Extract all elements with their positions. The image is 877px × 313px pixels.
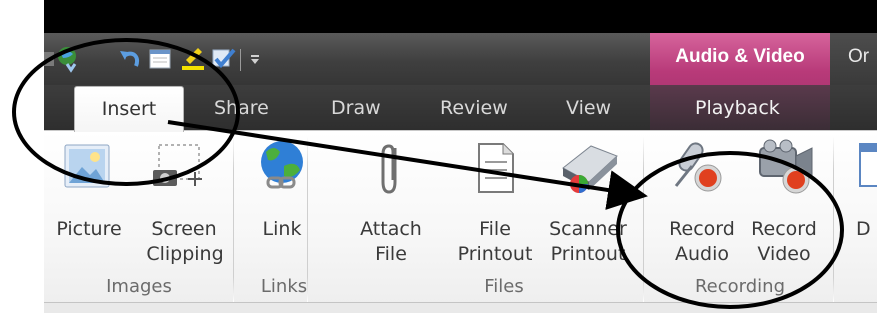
- customize-dropdown-icon[interactable]: [244, 44, 272, 74]
- attach-file-label-line2[interactable]: File: [355, 242, 427, 266]
- tab-view[interactable]: View: [566, 97, 611, 119]
- window-title-bar: [44, 0, 877, 33]
- dock-icon[interactable]: [146, 44, 174, 74]
- picture-label[interactable]: Picture: [54, 217, 124, 241]
- cutoff-command-label[interactable]: D: [856, 217, 877, 241]
- record-audio-label-line2[interactable]: Audio: [664, 242, 740, 266]
- attach-file-label-line1[interactable]: Attach: [355, 217, 427, 241]
- tab-insert[interactable]: Insert: [74, 86, 184, 132]
- record-video-label-line2[interactable]: Video: [744, 242, 824, 266]
- tab-share[interactable]: Share: [214, 97, 269, 119]
- context-group-label: Audio & Video: [675, 46, 805, 67]
- record-audio-label-line1[interactable]: Record: [664, 217, 740, 241]
- record-video-label-line1[interactable]: Record: [744, 217, 824, 241]
- qat-divider: [240, 42, 241, 78]
- onenote-sync-icon[interactable]: [55, 44, 83, 74]
- group-label-images: Images: [106, 276, 172, 297]
- group-separator: [833, 136, 834, 302]
- group-separator: [233, 136, 234, 302]
- highlighter-icon[interactable]: [178, 44, 206, 74]
- group-label-recording: Recording: [694, 276, 786, 297]
- screen-clipping-label-line2[interactable]: Clipping: [139, 242, 231, 266]
- file-printout-icon[interactable]: [475, 140, 517, 196]
- tab-draw[interactable]: Draw: [331, 97, 381, 119]
- scanner-icon[interactable]: [557, 138, 623, 198]
- group-label-links: Links: [260, 276, 308, 297]
- checkmark-tag-icon[interactable]: [210, 44, 238, 74]
- globe-link-icon[interactable]: [256, 138, 308, 194]
- record-audio-icon[interactable]: [670, 138, 726, 196]
- file-printout-label-line2[interactable]: Printout: [452, 242, 538, 266]
- undo-icon[interactable]: [116, 44, 144, 74]
- tab-insert-label: Insert: [101, 98, 157, 120]
- screen-clipping-icon[interactable]: [151, 142, 207, 192]
- tab-playback[interactable]: Playback: [695, 97, 780, 119]
- file-printout-label-line1[interactable]: File: [460, 217, 530, 241]
- scanner-printout-label-line1[interactable]: Scanner: [540, 217, 636, 241]
- link-label[interactable]: Link: [252, 217, 312, 241]
- tab-review[interactable]: Review: [440, 97, 508, 119]
- picture-icon[interactable]: [62, 142, 112, 190]
- group-separator: [643, 136, 644, 302]
- record-video-icon[interactable]: [752, 138, 818, 196]
- ribbon-bottom-edge: [44, 302, 877, 313]
- partial-icon[interactable]: [856, 140, 877, 190]
- scanner-printout-label-line2[interactable]: Printout: [540, 242, 636, 266]
- group-label-files: Files: [484, 276, 524, 297]
- onenote-ribbon-screenshot: Audio & Video Or Insert Share Draw Revie…: [44, 0, 877, 313]
- screen-clipping-label-line1[interactable]: Screen: [144, 217, 224, 241]
- paperclip-icon[interactable]: [375, 140, 405, 196]
- next-context-label: Or: [848, 46, 870, 67]
